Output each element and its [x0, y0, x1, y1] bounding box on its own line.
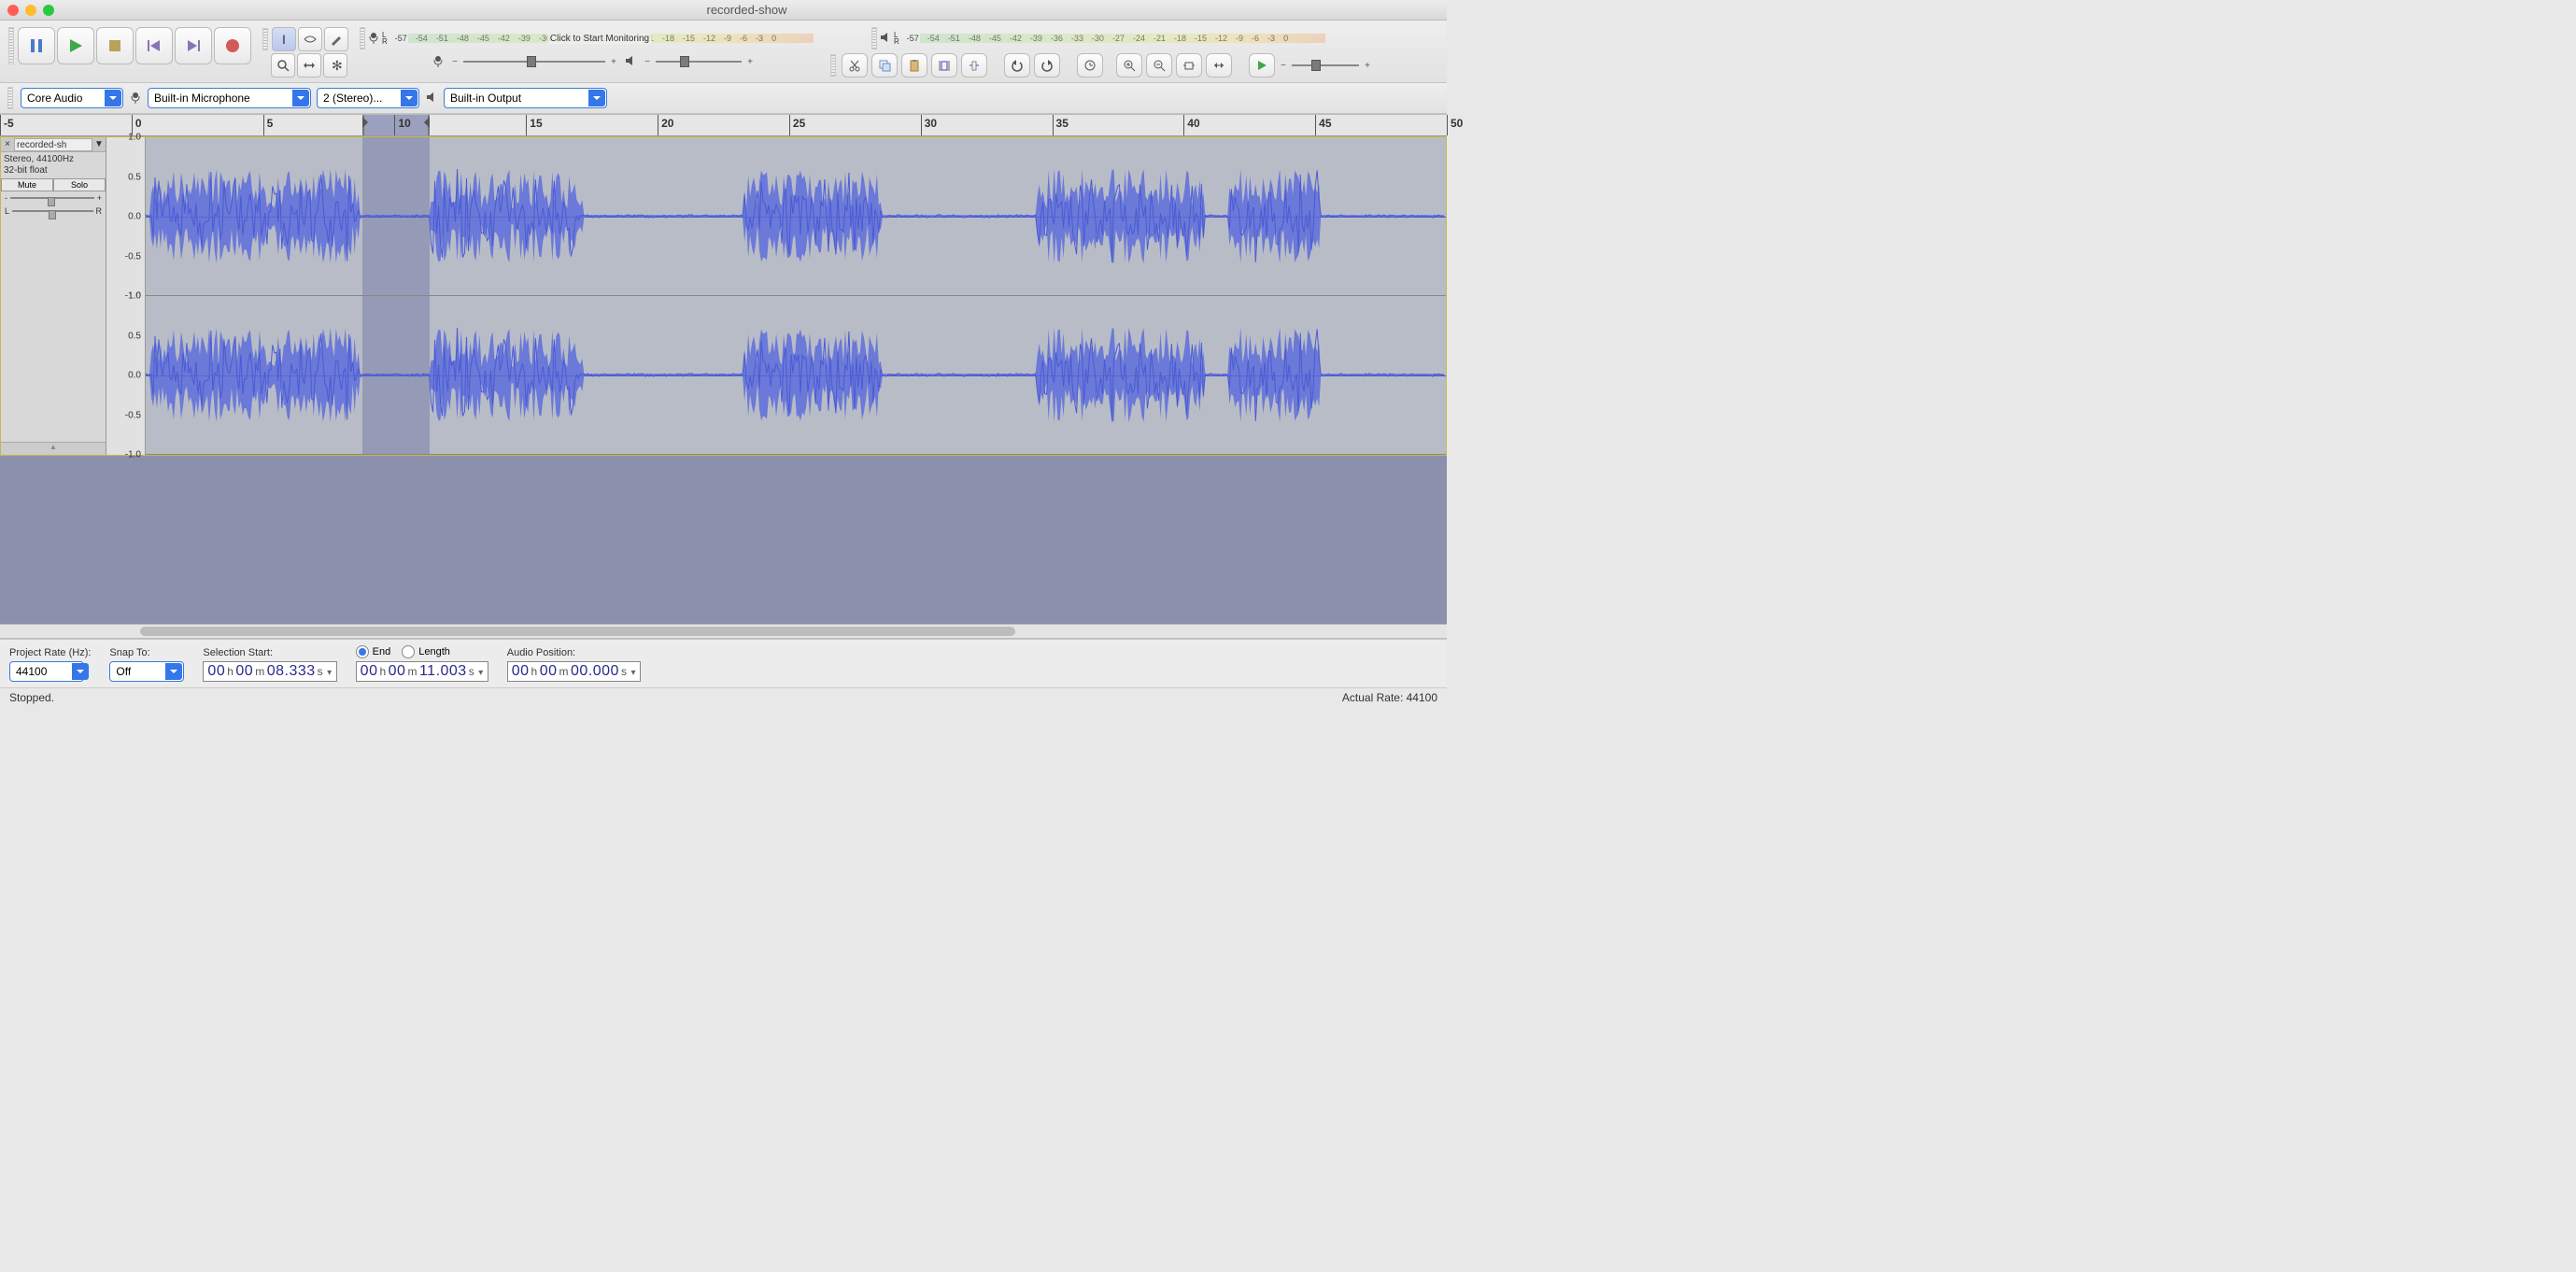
speaker-icon — [425, 91, 438, 106]
status-right: Actual Rate: 44100 — [1342, 691, 1437, 704]
play-at-speed-button[interactable] — [1249, 53, 1275, 78]
titlebar: recorded-show — [0, 0, 1447, 21]
mic-icon — [432, 54, 445, 70]
trim-button[interactable] — [931, 53, 957, 78]
playback-device-select[interactable]: Built-in Output — [444, 88, 607, 108]
waveform-area[interactable] — [146, 137, 1446, 455]
toolbar-grip[interactable] — [871, 27, 877, 49]
recording-meter[interactable]: LR -57-54-51-48-45-42-39-36-33-30-27-24-… — [380, 30, 819, 47]
selection-end-field[interactable]: 00h 00m 11.003s▾ — [356, 661, 488, 682]
recording-volume-slider[interactable]: −+ — [450, 53, 618, 70]
multi-tool[interactable]: ✻ — [323, 53, 347, 78]
toolbar-grip[interactable] — [7, 87, 13, 109]
paste-button[interactable] — [901, 53, 927, 78]
fit-selection-button[interactable] — [1176, 53, 1202, 78]
status-bar: Stopped. Actual Rate: 44100 — [0, 687, 1447, 706]
tools-toolbar: I ✻ — [260, 24, 351, 80]
zoom-out-button[interactable] — [1146, 53, 1172, 78]
draw-tool[interactable] — [324, 27, 348, 51]
audio-position-label: Audio Position: — [507, 647, 641, 658]
copy-button[interactable] — [871, 53, 898, 78]
track-name[interactable]: recorded-sh — [14, 138, 92, 151]
toolbar-grip[interactable] — [8, 27, 14, 64]
track-menu-button[interactable]: ▼ — [92, 139, 106, 149]
toolbar-grip[interactable] — [360, 27, 365, 49]
recording-channels-select[interactable]: 2 (Stereo)... — [317, 88, 419, 108]
envelope-tool[interactable] — [298, 27, 322, 51]
speaker-icon — [879, 31, 892, 47]
audio-position-field[interactable]: 00h 00m 00.000s▾ — [507, 661, 641, 682]
playback-speed-slider[interactable]: −+ — [1279, 57, 1372, 74]
window-controls — [7, 5, 54, 16]
silence-button[interactable] — [961, 53, 987, 78]
mute-button[interactable]: Mute — [1, 178, 53, 191]
length-radio[interactable]: Length — [402, 645, 450, 658]
horizontal-scrollbar[interactable] — [0, 624, 1447, 639]
window-title: recorded-show — [54, 3, 1439, 17]
toolbar-top: I ✻ LR -57-54-51-48-45-42-39-36-33-30-27… — [0, 21, 1447, 83]
minimize-window[interactable] — [25, 5, 36, 16]
recording-meter-toolbar: LR -57-54-51-48-45-42-39-36-33-30-27-24-… — [357, 24, 822, 73]
recording-device-select[interactable]: Built-in Microphone — [148, 88, 311, 108]
waveform-channel-left[interactable] — [146, 137, 1446, 296]
zoom-tool[interactable] — [271, 53, 295, 78]
pause-button[interactable] — [18, 27, 55, 64]
skip-end-button[interactable] — [175, 27, 212, 64]
zoom-window[interactable] — [43, 5, 54, 16]
status-left: Stopped. — [9, 691, 54, 704]
project-rate-select[interactable]: 44100 — [9, 661, 84, 682]
track-close-button[interactable]: × — [1, 139, 14, 149]
play-button[interactable] — [57, 27, 94, 64]
mic-icon — [367, 31, 380, 47]
selection-start-label: Selection Start: — [203, 647, 336, 658]
timeline-ruler[interactable]: -505101520253035404550 — [0, 114, 1447, 136]
empty-track-area[interactable] — [0, 456, 1447, 624]
transport-toolbar — [6, 24, 254, 67]
fit-project-button[interactable] — [1206, 53, 1232, 78]
zoom-in-button[interactable] — [1116, 53, 1142, 78]
undo-button[interactable] — [1004, 53, 1030, 78]
speaker-icon — [624, 54, 637, 70]
device-toolbar: Core Audio Built-in Microphone 2 (Stereo… — [0, 83, 1447, 114]
svg-text:I: I — [282, 33, 286, 46]
snap-to-select[interactable]: Off — [109, 661, 184, 682]
track-collapse-button[interactable]: ▲ — [1, 442, 106, 455]
redo-button[interactable] — [1034, 53, 1060, 78]
end-radio[interactable]: End — [356, 645, 391, 658]
cut-button[interactable] — [842, 53, 868, 78]
svg-text:✻: ✻ — [332, 59, 342, 72]
track-format-info: Stereo, 44100Hz 32-bit float — [1, 152, 106, 178]
sync-lock-button[interactable] — [1077, 53, 1103, 78]
playback-volume-slider[interactable]: −+ — [643, 53, 755, 70]
playback-meter-toolbar: LR -57-54-51-48-45-42-39-36-33-30-27-24-… — [828, 24, 1375, 80]
toolbar-grip[interactable] — [830, 54, 836, 77]
audio-host-select[interactable]: Core Audio — [21, 88, 123, 108]
selection-tool[interactable]: I — [272, 27, 296, 51]
playback-meter[interactable]: LR -57-54-51-48-45-42-39-36-33-30-27-24-… — [892, 30, 1331, 47]
recording-meter-hint: Click to Start Monitoring — [547, 34, 652, 44]
project-rate-label: Project Rate (Hz): — [9, 647, 91, 658]
skip-start-button[interactable] — [135, 27, 173, 64]
vertical-scale-right[interactable]: 1.00.50.0-0.5-1.0 — [106, 296, 146, 455]
toolbar-grip[interactable] — [262, 28, 268, 50]
track-area: × recorded-sh ▼ Stereo, 44100Hz 32-bit f… — [0, 136, 1447, 456]
selection-toolbar: Project Rate (Hz): 44100 Snap To: Off Se… — [0, 639, 1447, 687]
selection-start-field[interactable]: 00h 00m 08.333s▾ — [203, 661, 336, 682]
vertical-scale-left[interactable]: 1.00.50.0-0.5-1.0 — [106, 137, 146, 296]
solo-button[interactable]: Solo — [53, 178, 106, 191]
record-button[interactable] — [214, 27, 251, 64]
mic-icon — [129, 91, 142, 106]
timeshift-tool[interactable] — [297, 53, 321, 78]
close-window[interactable] — [7, 5, 19, 16]
waveform-channel-right[interactable] — [146, 296, 1446, 455]
track-control-panel: × recorded-sh ▼ Stereo, 44100Hz 32-bit f… — [1, 137, 106, 455]
stop-button[interactable] — [96, 27, 134, 64]
snap-to-label: Snap To: — [109, 647, 184, 658]
track-pan-slider[interactable]: LR — [1, 205, 106, 218]
track-gain-slider[interactable]: -+ — [1, 191, 106, 205]
